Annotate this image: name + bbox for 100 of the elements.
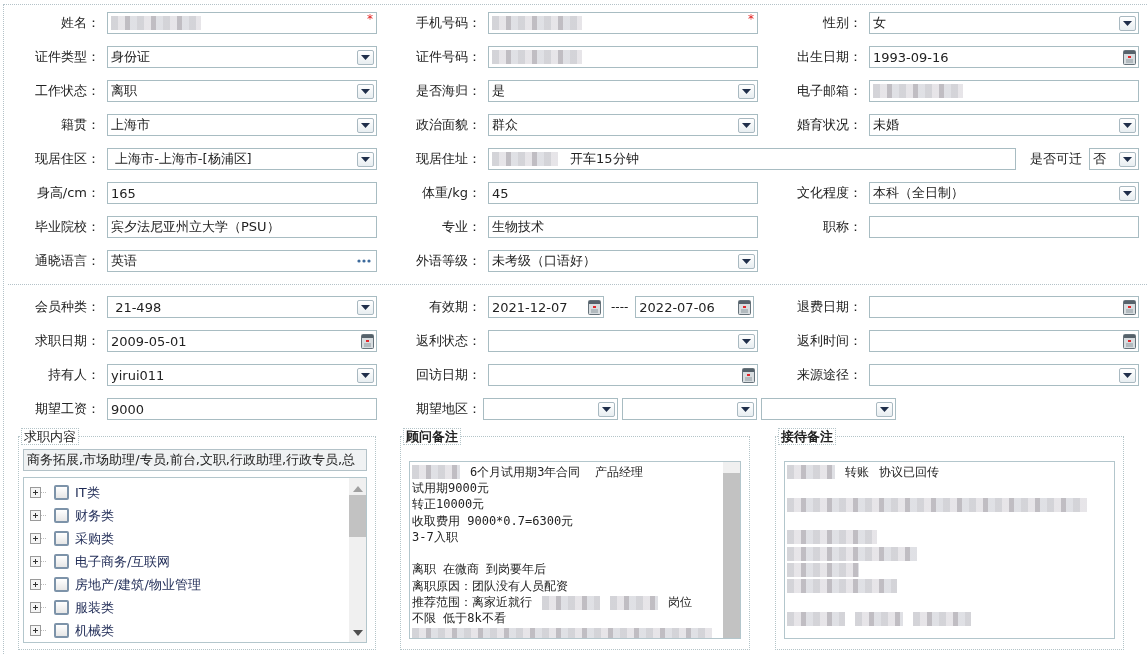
tree-item-label[interactable]: 服装类 [75, 598, 114, 617]
text-field[interactable]: 宾夕法尼亚州立大学（PSU） [107, 216, 377, 238]
calendar-icon[interactable] [588, 299, 601, 315]
dropdown-button[interactable] [738, 117, 755, 133]
expand-icon[interactable] [30, 556, 48, 567]
select-field[interactable]: 上海市-上海市-[杨浦区] [107, 148, 377, 170]
dropdown-button[interactable] [357, 151, 374, 167]
date-field[interactable]: 1993-09-16 [869, 46, 1139, 68]
select-field[interactable]: 群众 [488, 114, 758, 136]
calendar-icon[interactable] [1123, 299, 1136, 315]
calendar-icon[interactable] [1123, 49, 1136, 65]
text-field[interactable]: 165 [107, 182, 377, 204]
select-field[interactable]: yirui011 [107, 364, 377, 386]
dropdown-button[interactable] [357, 367, 374, 383]
date-field[interactable] [869, 296, 1139, 318]
checkbox[interactable] [54, 623, 69, 638]
dropdown-button[interactable] [876, 401, 893, 417]
dropdown-button[interactable] [1119, 185, 1136, 201]
dropdown-button[interactable] [738, 333, 755, 349]
tree-item-label[interactable]: IT类 [75, 483, 100, 502]
expand-icon[interactable] [30, 625, 48, 636]
select-field[interactable]: 未考级（口语好） [488, 250, 758, 272]
caret-down-icon [742, 258, 751, 264]
tree-item-label[interactable]: 电子商务/互联网 [75, 552, 171, 571]
select-field[interactable]: 身份证 [107, 46, 377, 68]
tree-item-label[interactable]: 房地产/建筑/物业管理 [75, 575, 201, 594]
checkbox[interactable] [54, 508, 69, 523]
checkbox[interactable] [54, 554, 69, 569]
text-field[interactable]: 9000 [107, 398, 377, 420]
text-field[interactable] [869, 80, 1139, 102]
blurred-text [913, 611, 971, 626]
select-field[interactable]: 21-498 [107, 296, 377, 318]
select-field[interactable]: 否 [1089, 148, 1139, 170]
expand-icon[interactable] [30, 533, 48, 544]
calendar-icon[interactable] [361, 333, 374, 349]
range-separator: ---- [610, 299, 630, 316]
dropdown-button[interactable] [738, 253, 755, 269]
selection-summary-field[interactable]: 商务拓展,市场助理/专员,前台,文职,行政助理,行政专员,总 [23, 449, 367, 471]
select-field[interactable]: 上海市 [107, 114, 377, 136]
text-field[interactable]: * [107, 12, 377, 34]
date-field[interactable] [488, 364, 758, 386]
text-field[interactable] [488, 46, 758, 68]
select-field[interactable]: 是 [488, 80, 758, 102]
text-field[interactable]: 开车15分钟 [488, 148, 1016, 170]
dropdown-button[interactable] [1119, 15, 1136, 31]
date-field[interactable]: 2009-05-01 [107, 330, 377, 352]
calendar-icon[interactable] [1123, 333, 1136, 349]
dropdown-button[interactable] [1119, 117, 1136, 133]
dropdown-button[interactable] [737, 401, 754, 417]
field-label: 专业： [441, 218, 481, 236]
checkbox[interactable] [54, 531, 69, 546]
dropdown-button[interactable] [357, 49, 374, 65]
select-field[interactable]: 女 [869, 12, 1139, 34]
calendar-icon[interactable] [738, 299, 752, 315]
expand-icon[interactable] [30, 510, 48, 521]
select-field[interactable]: 未婚 [869, 114, 1139, 136]
select-field[interactable] [483, 398, 618, 420]
dropdown-button[interactable] [357, 117, 374, 133]
expand-icon[interactable] [30, 487, 48, 498]
dropdown-button[interactable] [738, 83, 755, 99]
checkbox[interactable] [54, 577, 69, 592]
scrollbar[interactable] [723, 462, 740, 638]
notes-textarea[interactable]: 转账 协议已回传 [784, 461, 1115, 639]
panel-legend: 顾问备注 [403, 428, 461, 445]
select-field[interactable] [622, 398, 757, 420]
caret-down-icon [742, 338, 751, 344]
tree-item-label[interactable]: 采购类 [75, 529, 114, 548]
scroll-down-icon[interactable] [352, 630, 363, 636]
expand-icon[interactable] [30, 602, 48, 613]
tree-item-label[interactable]: 机械类 [75, 621, 114, 640]
dropdown-button[interactable] [357, 83, 374, 99]
date-field[interactable]: 2021-12-07 [488, 296, 604, 318]
field-label: 有效期： [428, 298, 481, 316]
select-field[interactable] [488, 330, 758, 352]
tree-item-label[interactable]: 财务类 [75, 506, 114, 525]
checkbox[interactable] [54, 600, 69, 615]
calendar-icon[interactable] [742, 367, 755, 383]
dropdown-button[interactable] [357, 299, 374, 315]
dropdown-button[interactable] [598, 401, 615, 417]
date-field[interactable]: 2022-07-06 [635, 296, 755, 318]
dropdown-button[interactable] [1119, 151, 1136, 167]
dropdown-button[interactable] [1119, 367, 1136, 383]
select-field[interactable]: 本科（全日制） [869, 182, 1139, 204]
select-field[interactable] [761, 398, 896, 420]
scrollbar[interactable] [349, 478, 366, 642]
checkbox[interactable] [54, 485, 69, 500]
picker-field[interactable]: 英语 [107, 250, 377, 272]
text-field[interactable] [869, 216, 1139, 238]
more-icon[interactable] [357, 259, 371, 263]
text-field[interactable]: 45 [488, 182, 758, 204]
select-field[interactable]: 离职 [107, 80, 377, 102]
select-field[interactable] [869, 364, 1139, 386]
field-label: 电子邮箱： [796, 82, 862, 100]
field-label: 毕业院校： [34, 218, 100, 236]
date-field[interactable] [869, 330, 1139, 352]
text-field[interactable]: * [488, 12, 758, 34]
expand-icon[interactable] [30, 579, 48, 590]
text-field[interactable]: 生物技术 [488, 216, 758, 238]
required-mark: * [367, 12, 373, 26]
notes-textarea[interactable]: 6个月试用期3年合同 产品经理 试用期9000元 转正10000元 收取费用 9000*0.7=6300元 3-7入职 离职 在微商 到岗要年后 离职原因：团队没有人员配资 推荐范围：离家近就行 岗位 不限 低于8k不看 [409, 461, 741, 639]
